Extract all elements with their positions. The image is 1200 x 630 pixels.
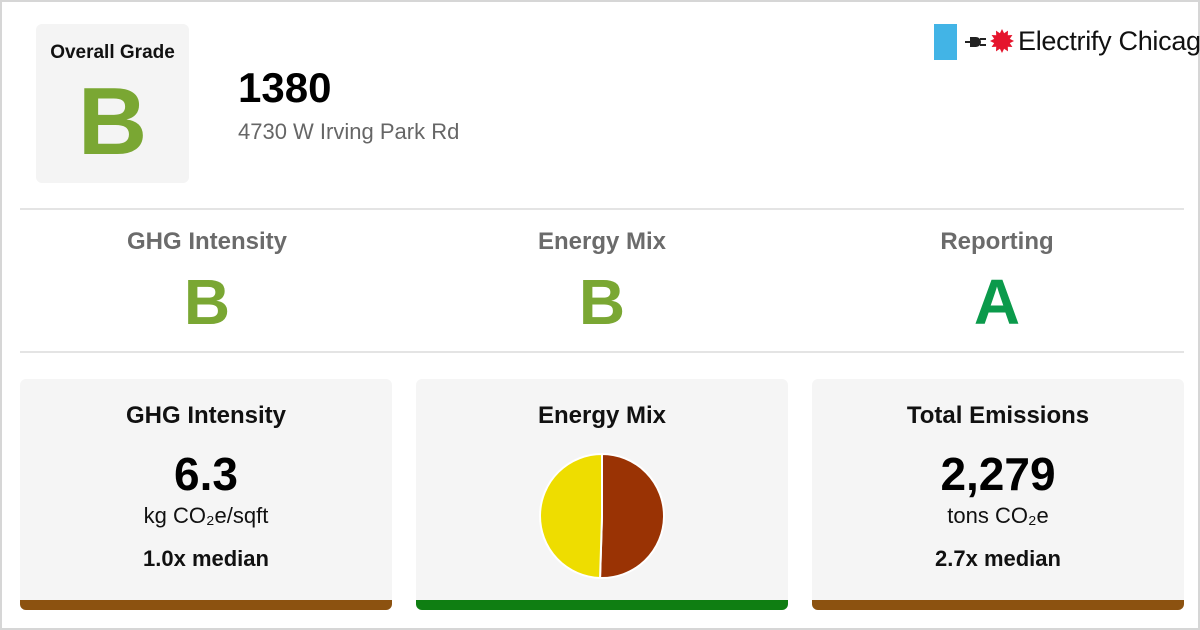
share-card: Overall Grade B 1380 4730 W Irving Park … xyxy=(0,0,1200,630)
electrify-chicago-logo[interactable]: Electrify Chicago xyxy=(932,24,1200,60)
divider-bottom xyxy=(20,351,1184,353)
grade-letter: B xyxy=(183,266,231,338)
ghg-intensity-bar xyxy=(20,600,392,610)
energy-mix-pie xyxy=(539,452,666,580)
chicago-star-icon xyxy=(990,29,1014,53)
overall-grade-letter: B xyxy=(77,68,148,175)
grade-label: Energy Mix xyxy=(537,228,667,255)
total-emissions-card: Total Emissions 2,279 tons CO₂e 2.7x med… xyxy=(812,379,1184,610)
pie-slice-1 xyxy=(539,452,603,580)
grade-reporting: Reporting A xyxy=(810,228,1184,334)
building-address: 4730 W Irving Park Rd xyxy=(238,119,460,144)
card-title: Total Emissions xyxy=(906,402,1090,429)
overall-grade-label: Overall Grade xyxy=(50,42,175,63)
total-emissions-unit: tons CO₂e xyxy=(947,503,1049,528)
grade-label: GHG Intensity xyxy=(126,228,288,255)
ghg-intensity-unit: kg CO₂e/sqft xyxy=(143,503,269,528)
total-emissions-bar xyxy=(812,600,1184,610)
card-title: Energy Mix xyxy=(537,402,667,429)
energy-mix-card: Energy Mix xyxy=(416,379,788,610)
building-name: 1380 xyxy=(238,64,332,111)
ghg-intensity-median: 1.0x median xyxy=(143,546,269,571)
logo-text: Electrify Chicago xyxy=(1018,26,1200,56)
ghg-intensity-value: 6.3 xyxy=(174,448,238,500)
pie-slice-0 xyxy=(599,452,666,579)
plug-icon xyxy=(965,37,986,47)
total-emissions-median: 2.7x median xyxy=(935,546,1061,571)
energy-mix-bar xyxy=(416,600,788,610)
total-emissions-value: 2,279 xyxy=(940,448,1056,500)
grade-energy-mix: Energy Mix B xyxy=(415,228,789,334)
card-title: GHG Intensity xyxy=(125,402,287,429)
grade-letter: A xyxy=(973,266,1021,338)
overall-grade-box: Overall Grade B xyxy=(36,24,189,183)
grade-ghg-intensity: GHG Intensity B xyxy=(20,228,394,334)
divider-top xyxy=(20,208,1184,210)
grade-letter: B xyxy=(578,266,626,338)
grade-label: Reporting xyxy=(940,228,1054,255)
ghg-intensity-card: GHG Intensity 6.3 kg CO₂e/sqft 1.0x medi… xyxy=(20,379,392,610)
chicago-flag-icon xyxy=(934,24,957,60)
